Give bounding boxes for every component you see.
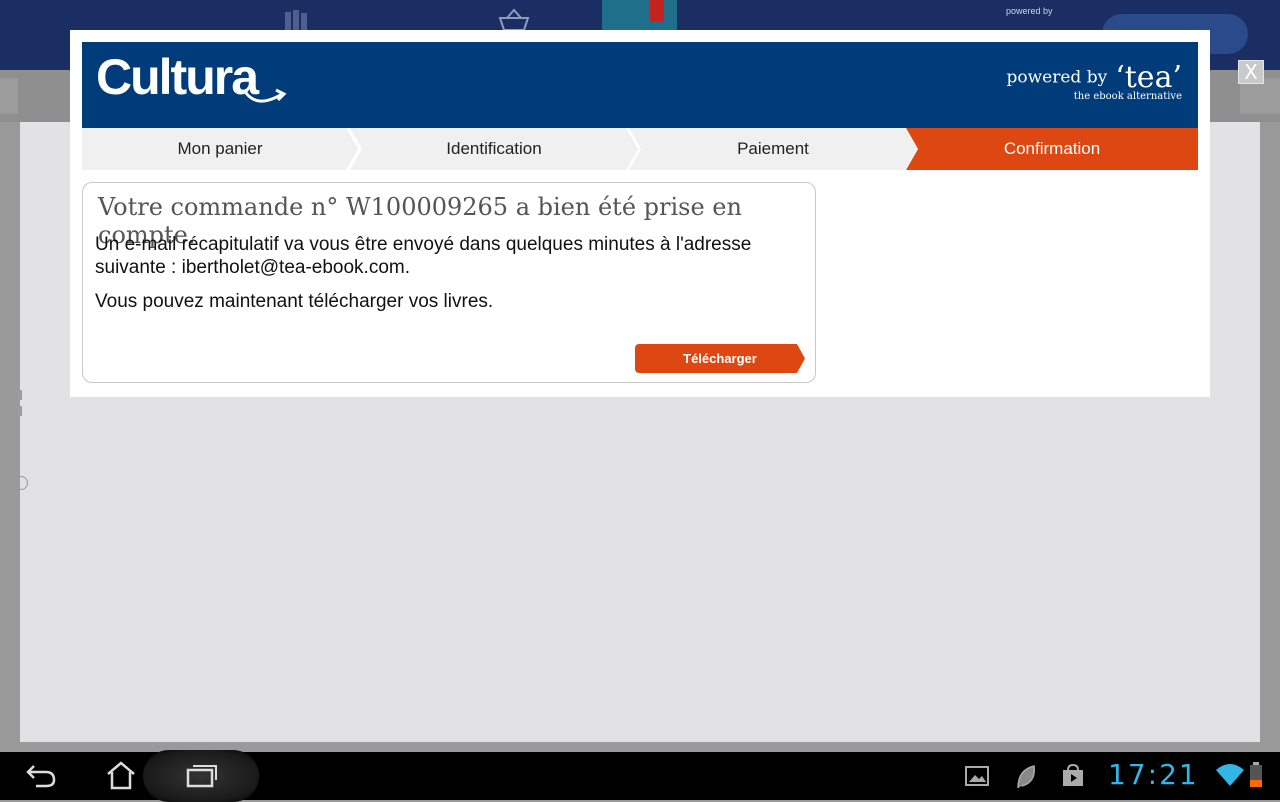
bookmark-icon [650, 0, 664, 22]
logo-swoosh-icon [242, 88, 287, 103]
powered-by-tea: powered by ‘tea’ the ebook alternative [1007, 60, 1182, 102]
library-tab [602, 0, 677, 30]
wifi-icon [1216, 762, 1244, 793]
ghost-text [18, 406, 22, 416]
confirmation-card: Votre commande n° W100009265 a bien été … [82, 182, 816, 383]
checkout-modal: Cultura powered by ‘tea’ the ebook altern… [70, 30, 1210, 397]
leaf-notification-icon [1014, 764, 1038, 795]
ghost-radio [14, 476, 28, 490]
download-message: Vous pouvez maintenant télécharger vos l… [95, 291, 494, 312]
recent-apps-icon[interactable] [185, 760, 219, 795]
system-navigation-bar: 17:21 [0, 750, 1280, 802]
close-modal-button[interactable]: X [1238, 60, 1264, 84]
step-identification: Identification [350, 128, 638, 170]
ghost-text [18, 390, 22, 400]
gallery-notification-icon [965, 764, 989, 793]
battery-icon [1250, 762, 1262, 795]
step-paiement: Paiement [629, 128, 917, 170]
powered-by-text: powered by [1006, 67, 1108, 88]
email-message: Un e-mail récapitulatif va vous être env… [95, 234, 752, 278]
step-confirmation: Confirmation [906, 128, 1198, 170]
home-icon[interactable] [104, 760, 138, 795]
cultura-logo: Cultura [96, 49, 259, 105]
tea-logo: ‘tea’ [1115, 60, 1182, 95]
step-mon-panier: Mon panier [82, 128, 358, 170]
checkout-steps: Mon panier Identification Paiement Confi… [82, 128, 1198, 170]
subbar-left-control [0, 78, 18, 114]
tea-tagline: the ebook alternative [1073, 91, 1182, 102]
back-icon[interactable] [24, 760, 58, 795]
status-clock: 17:21 [1108, 758, 1199, 791]
download-button[interactable]: Télécharger [635, 344, 805, 373]
play-store-notification-icon [1061, 763, 1085, 793]
brand-header: Cultura powered by ‘tea’ the ebook altern… [82, 42, 1198, 128]
header-powered-by: powered by [1006, 6, 1053, 16]
